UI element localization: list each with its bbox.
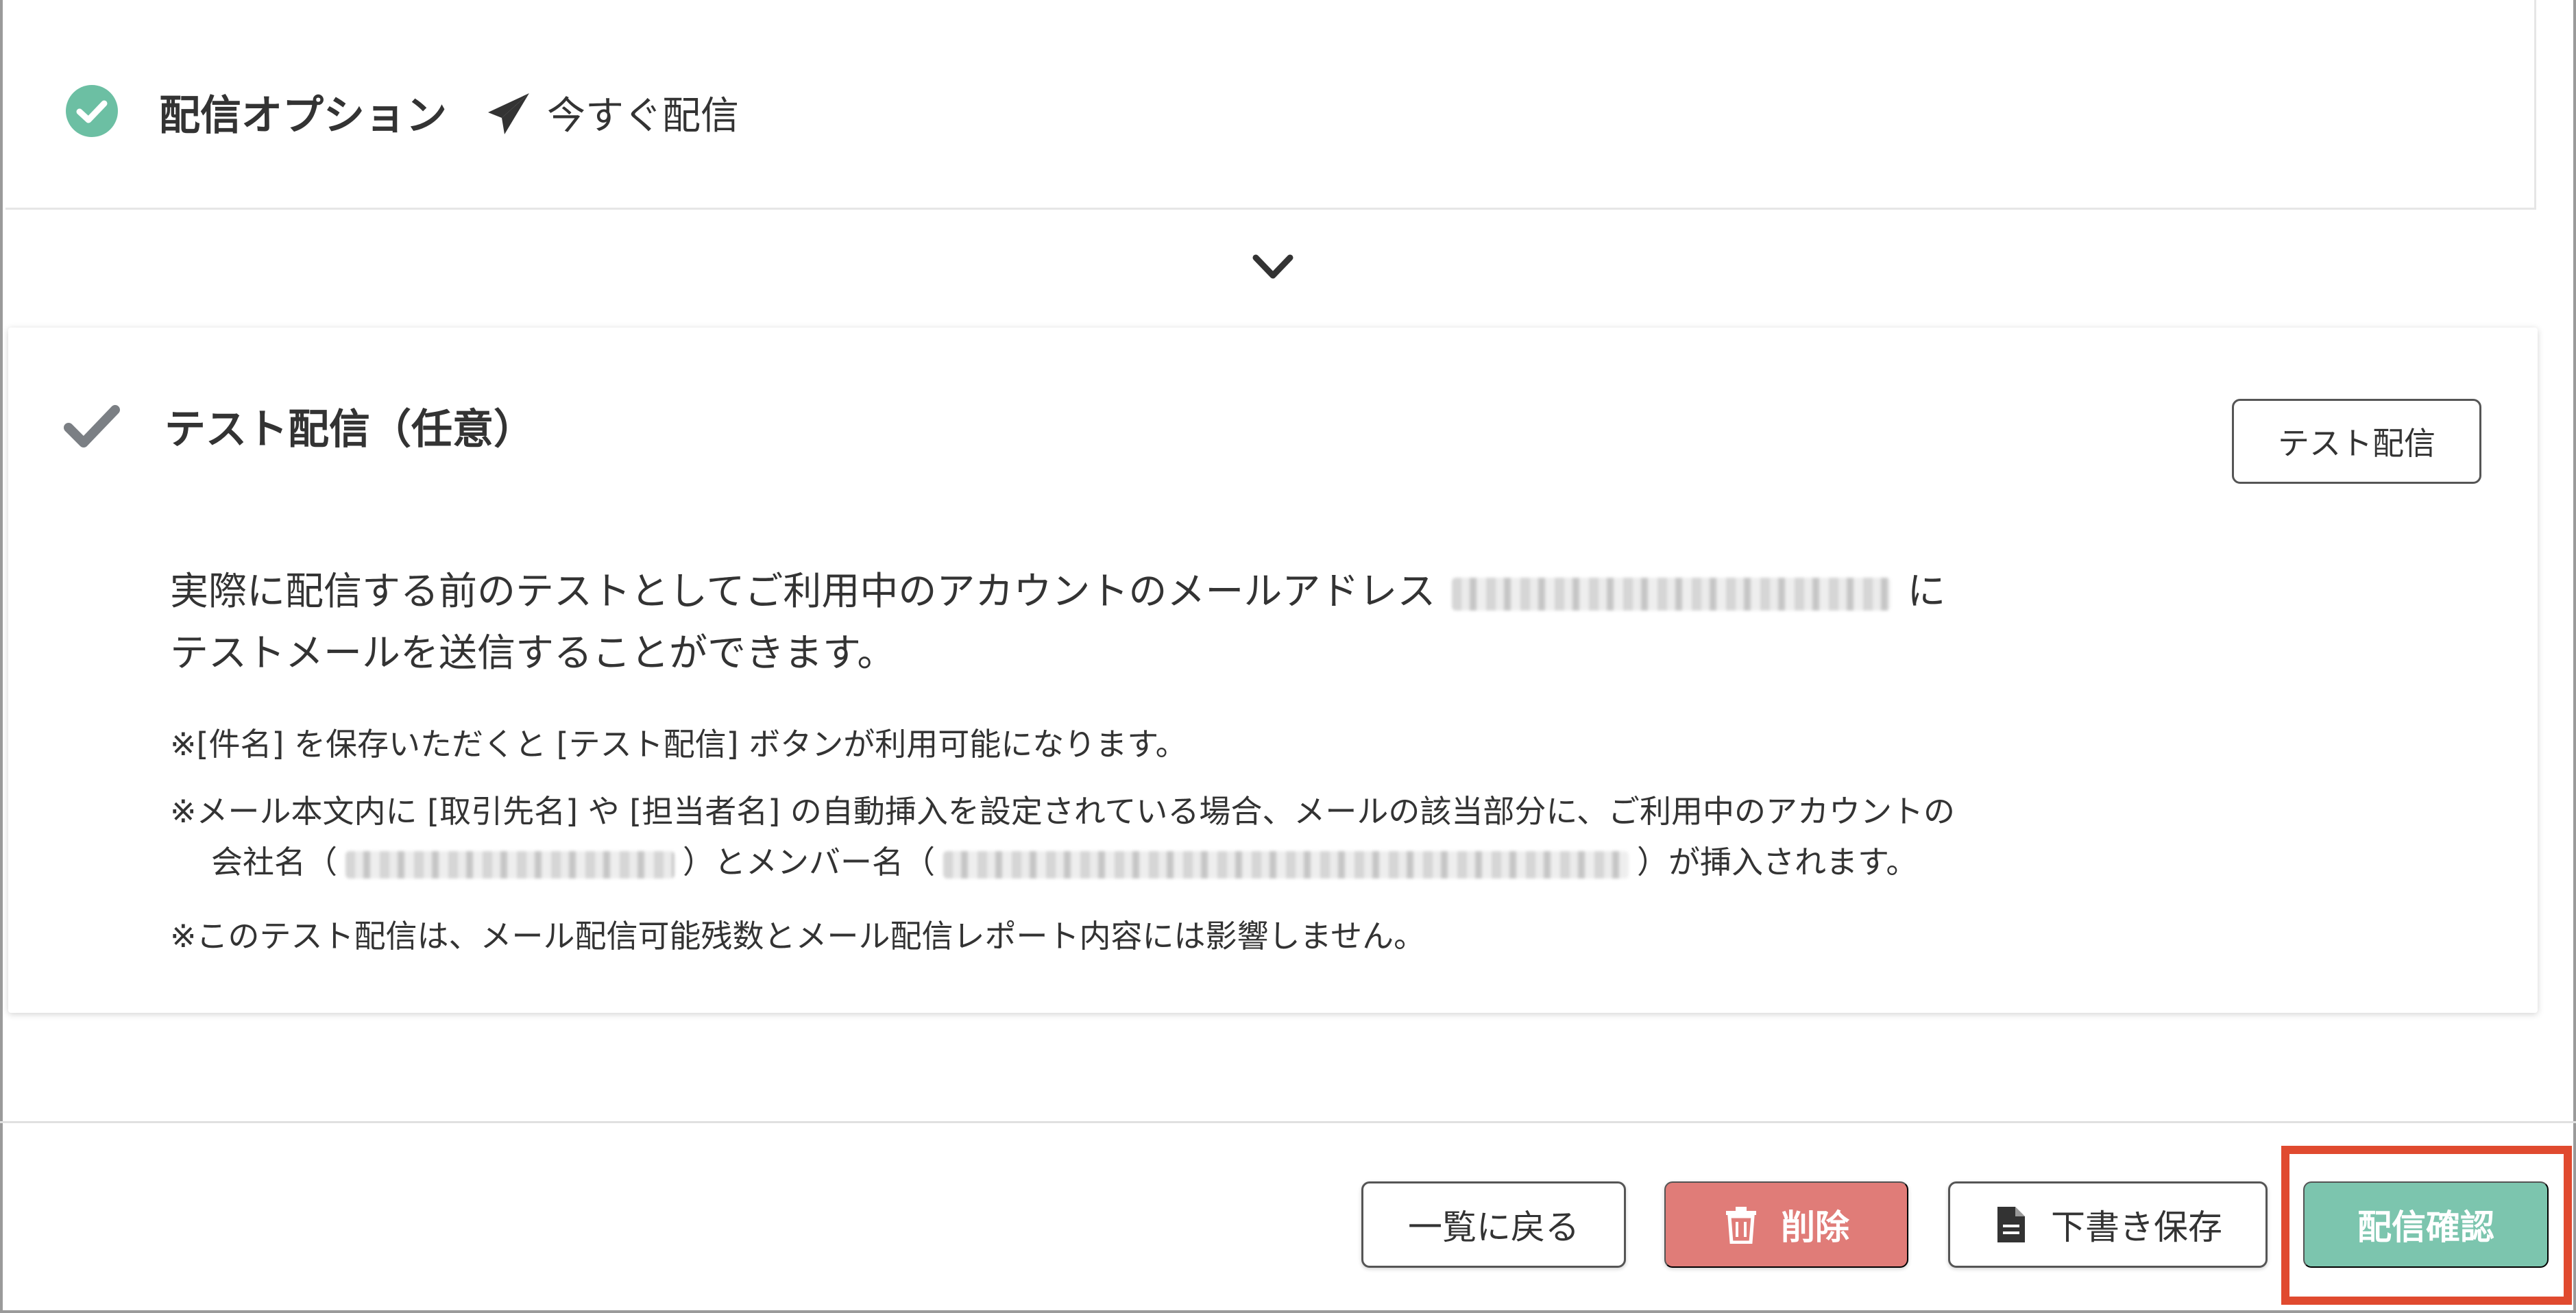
test-delivery-card: テスト配信（任意） テスト配信 実際に配信する前のテストとしてご利用中のアカウン… xyxy=(8,328,2538,1013)
chevron-down-icon[interactable] xyxy=(1252,252,1294,282)
delivery-option-value: 今すぐ配信 xyxy=(547,94,739,138)
delivery-option-panel: 配信オプション 今すぐ配信 xyxy=(5,0,2536,210)
blurred-company-name xyxy=(345,850,675,879)
note-no-impact: ※このテスト配信は、メール配信可能残数とメール配信レポート内容には影響しません。 xyxy=(170,918,1426,955)
description-text: 実際に配信する前のテストとしてご利用中のアカウントのメールアドレス xyxy=(170,569,1436,614)
document-icon xyxy=(1997,1207,2025,1242)
test-delivery-button[interactable]: テスト配信 xyxy=(2232,399,2481,484)
test-delivery-title: テスト配信（任意） xyxy=(165,406,535,454)
note-auto-insert-continued: 会社名（ ）とメンバー名（ ）が挿入されます。 xyxy=(211,837,1917,883)
check-icon xyxy=(64,405,120,447)
description-text-end: に xyxy=(1907,569,1946,614)
highlight-box xyxy=(2281,1146,2572,1305)
back-button-label: 一覧に戻る xyxy=(1408,1208,1579,1247)
note-subject-required: ※[件名] を保存いただくと [テスト配信] ボタンが利用可能になります。 xyxy=(170,726,1187,763)
member-name-label: ）とメンバー名（ xyxy=(683,844,935,881)
save-draft-button[interactable]: 下書き保存 xyxy=(1948,1181,2268,1268)
insert-suffix: ）が挿入されます。 xyxy=(1637,844,1918,881)
check-circle-icon xyxy=(66,85,118,137)
blurred-member-name xyxy=(943,850,1629,879)
note-auto-insert: ※メール本文内に [取引先名] や [担当者名] の自動挿入を設定されている場合… xyxy=(170,793,1956,830)
footer-divider xyxy=(0,1121,2576,1123)
back-to-list-button[interactable]: 一覧に戻る xyxy=(1361,1181,1626,1268)
blurred-email xyxy=(1452,577,1891,611)
test-description-line1: 実際に配信する前のテストとしてご利用中のアカウントのメールアドレス に xyxy=(170,561,1945,616)
delete-button[interactable]: 削除 xyxy=(1664,1181,1908,1268)
delete-button-label: 削除 xyxy=(1781,1208,1849,1247)
trash-icon xyxy=(1726,1207,1756,1244)
paper-plane-icon xyxy=(488,93,529,134)
save-draft-label: 下書き保存 xyxy=(2051,1208,2222,1247)
delivery-option-title: 配信オプション xyxy=(159,92,447,140)
company-name-label: 会社名（ xyxy=(211,844,337,881)
test-description-line2: テストメールを送信することができます。 xyxy=(170,631,896,676)
